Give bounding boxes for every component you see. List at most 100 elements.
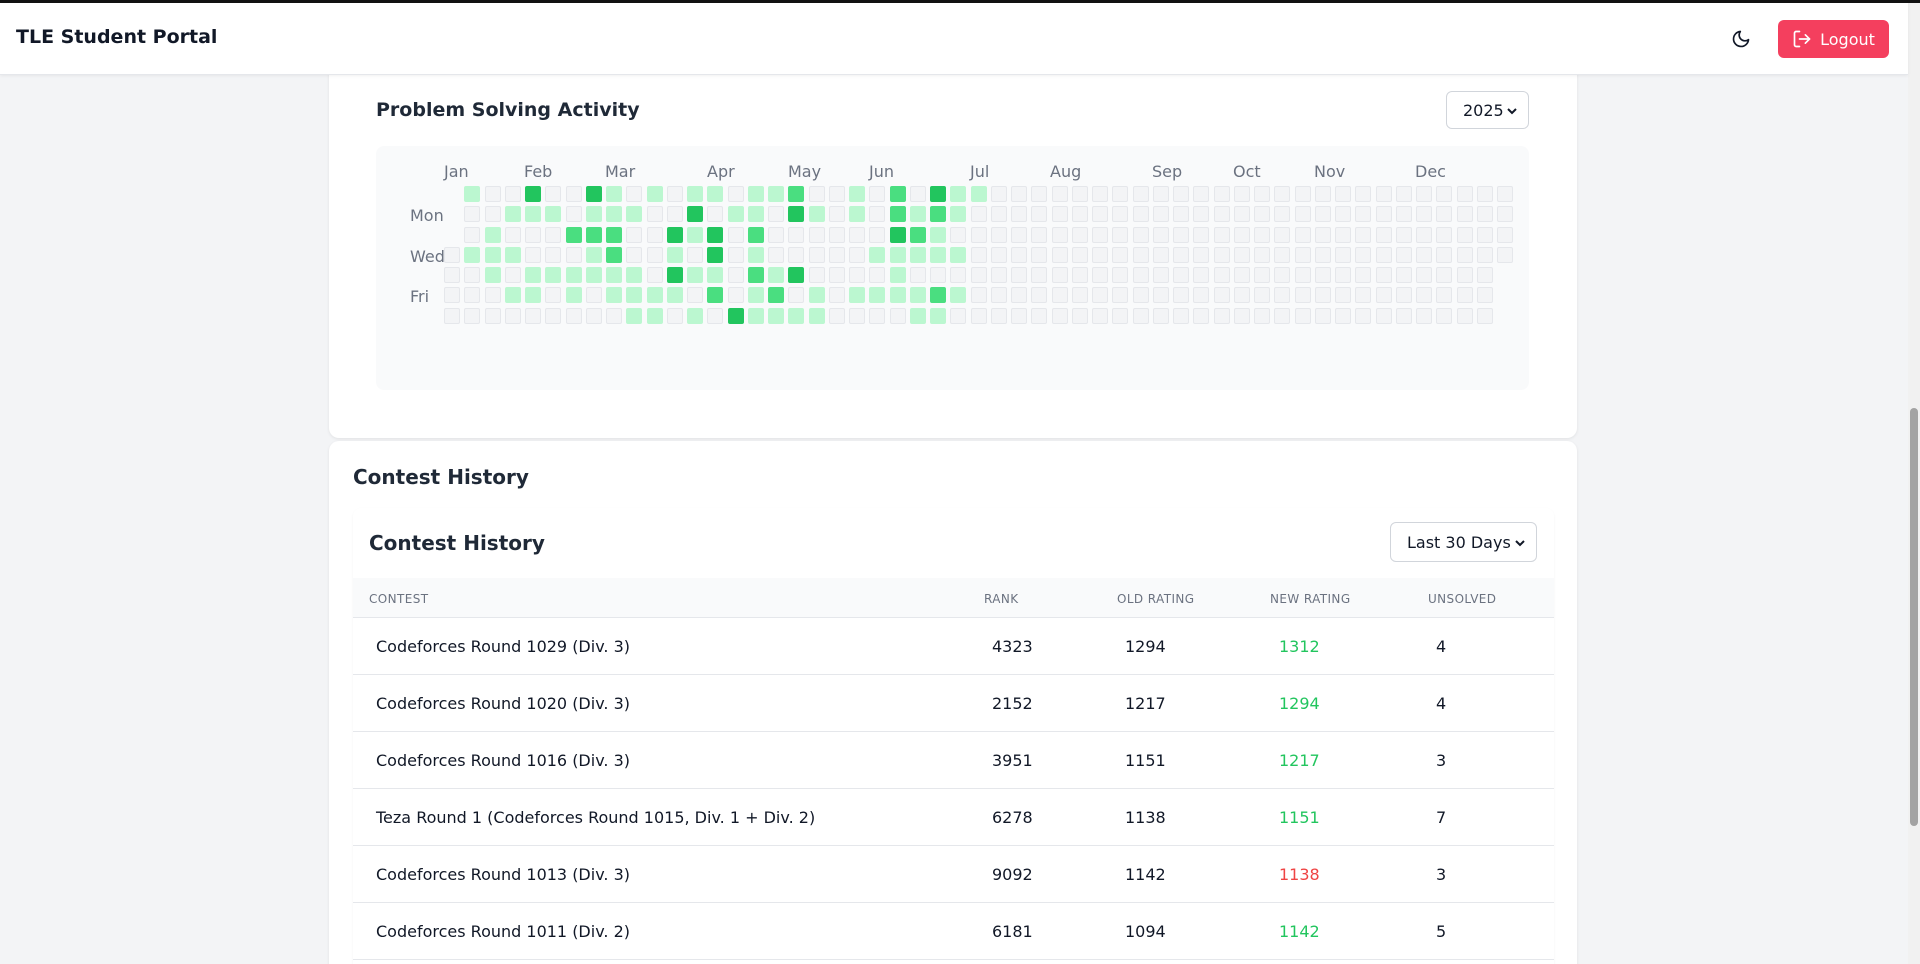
heatmap-cell[interactable] bbox=[1152, 307, 1169, 324]
heatmap-cell[interactable] bbox=[889, 287, 906, 304]
heatmap-cell[interactable] bbox=[1294, 307, 1311, 324]
heatmap-cell[interactable] bbox=[1173, 226, 1189, 243]
heatmap-cell[interactable] bbox=[1476, 186, 1493, 202]
heatmap-cell[interactable] bbox=[1213, 186, 1230, 202]
heatmap-cell[interactable] bbox=[444, 307, 460, 324]
heatmap-cell[interactable] bbox=[707, 246, 724, 263]
heatmap-cell[interactable] bbox=[1436, 186, 1453, 202]
heatmap-cell[interactable] bbox=[1193, 267, 1210, 283]
heatmap-cell[interactable] bbox=[1456, 226, 1473, 243]
heatmap-cell[interactable] bbox=[1112, 226, 1129, 243]
heatmap-cell[interactable] bbox=[930, 267, 946, 283]
heatmap-cell[interactable] bbox=[1436, 226, 1453, 243]
heatmap-cell[interactable] bbox=[768, 287, 784, 304]
heatmap-cell[interactable] bbox=[585, 226, 602, 243]
heatmap-cell[interactable] bbox=[1294, 287, 1311, 304]
heatmap-cell[interactable] bbox=[525, 246, 541, 263]
heatmap-cell[interactable] bbox=[504, 267, 521, 283]
heatmap-cell[interactable] bbox=[727, 186, 744, 202]
heatmap-cell[interactable] bbox=[1436, 307, 1453, 324]
heatmap-cell[interactable] bbox=[1213, 246, 1230, 263]
heatmap-cell[interactable] bbox=[788, 206, 805, 223]
logout-button[interactable]: Logout bbox=[1778, 20, 1889, 58]
heatmap-cell[interactable] bbox=[1335, 206, 1351, 223]
heatmap-cell[interactable] bbox=[1416, 226, 1432, 243]
heatmap-cell[interactable] bbox=[687, 246, 703, 263]
heatmap-cell[interactable] bbox=[1335, 287, 1351, 304]
heatmap-cell[interactable] bbox=[565, 226, 582, 243]
heatmap-cell[interactable] bbox=[545, 206, 562, 223]
heatmap-cell[interactable] bbox=[1233, 186, 1250, 202]
heatmap-cell[interactable] bbox=[484, 226, 501, 243]
heatmap-cell[interactable] bbox=[1274, 287, 1291, 304]
heatmap-cell[interactable] bbox=[950, 267, 967, 283]
heatmap-cell[interactable] bbox=[768, 206, 784, 223]
heatmap-cell[interactable] bbox=[585, 287, 602, 304]
heatmap-cell[interactable] bbox=[1416, 267, 1432, 283]
heatmap-cell[interactable] bbox=[849, 307, 865, 324]
heatmap-cell[interactable] bbox=[849, 267, 865, 283]
heatmap-cell[interactable] bbox=[869, 206, 886, 223]
heatmap-cell[interactable] bbox=[565, 186, 582, 202]
heatmap-cell[interactable] bbox=[1152, 226, 1169, 243]
heatmap-cell[interactable] bbox=[1112, 287, 1129, 304]
heatmap-cell[interactable] bbox=[464, 287, 481, 304]
heatmap-cell[interactable] bbox=[869, 186, 886, 202]
heatmap-cell[interactable] bbox=[1193, 186, 1210, 202]
heatmap-cell[interactable] bbox=[1051, 267, 1068, 283]
heatmap-cell[interactable] bbox=[1254, 186, 1270, 202]
heatmap-cell[interactable] bbox=[504, 287, 521, 304]
heatmap-cell[interactable] bbox=[990, 267, 1007, 283]
heatmap-cell[interactable] bbox=[1152, 287, 1169, 304]
heatmap-cell[interactable] bbox=[464, 246, 481, 263]
heatmap-cell[interactable] bbox=[747, 246, 764, 263]
heatmap-cell[interactable] bbox=[1152, 206, 1169, 223]
heatmap-cell[interactable] bbox=[930, 307, 946, 324]
heatmap-cell[interactable] bbox=[1092, 307, 1108, 324]
heatmap-cell[interactable] bbox=[788, 226, 805, 243]
heatmap-cell[interactable] bbox=[464, 267, 481, 283]
heatmap-cell[interactable] bbox=[1213, 307, 1230, 324]
heatmap-cell[interactable] bbox=[1436, 206, 1453, 223]
heatmap-cell[interactable] bbox=[869, 287, 886, 304]
heatmap-cell[interactable] bbox=[808, 287, 825, 304]
heatmap-cell[interactable] bbox=[909, 186, 926, 202]
heatmap-cell[interactable] bbox=[585, 267, 602, 283]
heatmap-cell[interactable] bbox=[808, 246, 825, 263]
heatmap-cell[interactable] bbox=[970, 226, 987, 243]
heatmap-cell[interactable] bbox=[747, 226, 764, 243]
heatmap-cell[interactable] bbox=[464, 307, 481, 324]
heatmap-cell[interactable] bbox=[1132, 307, 1149, 324]
heatmap-cell[interactable] bbox=[687, 226, 703, 243]
heatmap-cell[interactable] bbox=[1051, 206, 1068, 223]
heatmap-cell[interactable] bbox=[1173, 267, 1189, 283]
heatmap-cell[interactable] bbox=[1011, 307, 1027, 324]
heatmap-cell[interactable] bbox=[828, 287, 845, 304]
heatmap-cell[interactable] bbox=[545, 287, 562, 304]
heatmap-cell[interactable] bbox=[1233, 206, 1250, 223]
heatmap-cell[interactable] bbox=[1071, 267, 1088, 283]
heatmap-cell[interactable] bbox=[1416, 307, 1432, 324]
heatmap-cell[interactable] bbox=[1416, 246, 1432, 263]
heatmap-cell[interactable] bbox=[1476, 206, 1493, 223]
heatmap-cell[interactable] bbox=[1112, 186, 1129, 202]
heatmap-cell[interactable] bbox=[1173, 186, 1189, 202]
heatmap-cell[interactable] bbox=[626, 186, 643, 202]
heatmap-cell[interactable] bbox=[1193, 287, 1210, 304]
heatmap-cell[interactable] bbox=[727, 307, 744, 324]
heatmap-cell[interactable] bbox=[828, 267, 845, 283]
heatmap-cell[interactable] bbox=[1395, 246, 1412, 263]
heatmap-cell[interactable] bbox=[1254, 267, 1270, 283]
heatmap-cell[interactable] bbox=[1456, 307, 1473, 324]
heatmap-cell[interactable] bbox=[828, 186, 845, 202]
heatmap-cell[interactable] bbox=[1132, 226, 1149, 243]
heatmap-cell[interactable] bbox=[930, 186, 946, 202]
heatmap-cell[interactable] bbox=[1416, 287, 1432, 304]
heatmap-cell[interactable] bbox=[565, 206, 582, 223]
heatmap-cell[interactable] bbox=[1011, 206, 1027, 223]
heatmap-cell[interactable] bbox=[626, 246, 643, 263]
heatmap-cell[interactable] bbox=[1132, 287, 1149, 304]
heatmap-cell[interactable] bbox=[950, 246, 967, 263]
heatmap-cell[interactable] bbox=[828, 226, 845, 243]
heatmap-cell[interactable] bbox=[1193, 226, 1210, 243]
